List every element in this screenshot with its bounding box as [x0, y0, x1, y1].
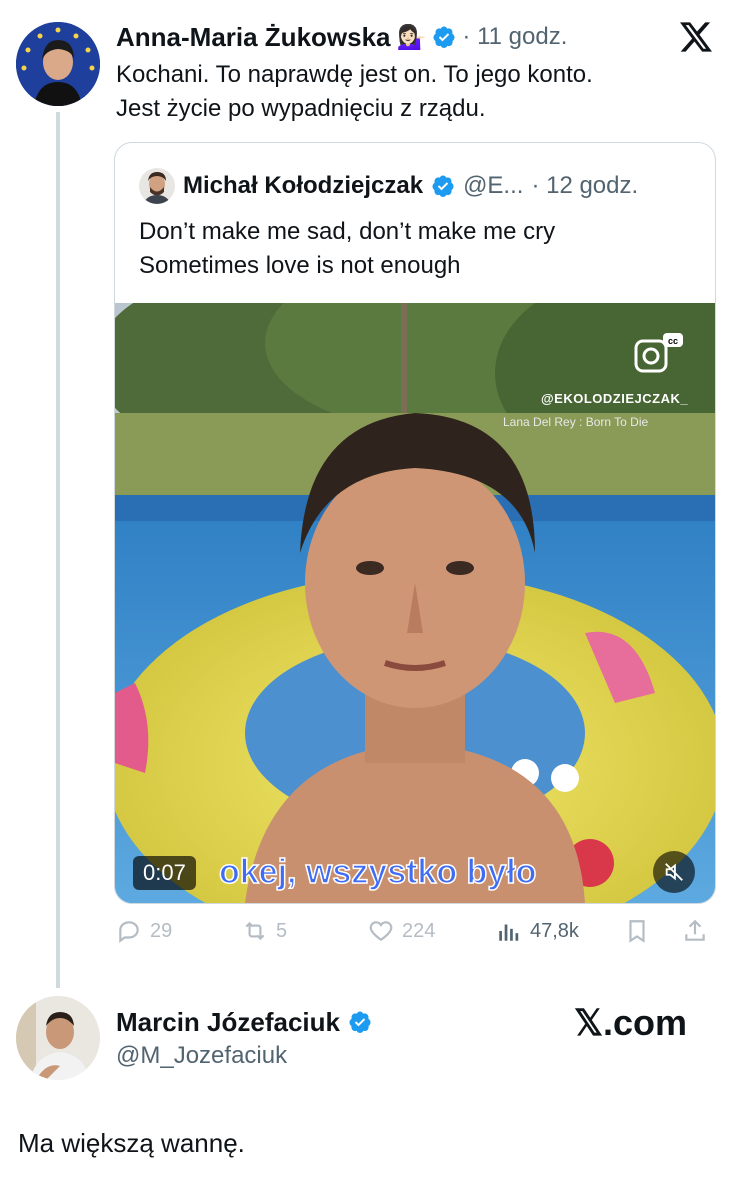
quote-text-line: Don’t make me sad, don’t make me cry [139, 218, 556, 245]
quote-avatar-image [139, 168, 175, 204]
repost-stat[interactable]: 5 [242, 918, 287, 944]
tweet-header: Anna-Maria Żukowska 💁🏻‍♀️ · 11 godz. [116, 18, 567, 56]
quote-text-line: Sometimes love is not enough [139, 252, 461, 279]
views-stat[interactable]: 47,8k [496, 918, 579, 944]
watermark-song: Lana Del Rey : Born To Die [503, 415, 649, 429]
tweet-time[interactable]: · 11 godz. [462, 23, 567, 51]
bookmark-icon[interactable] [624, 918, 650, 944]
quote-avatar[interactable] [139, 168, 175, 204]
video-player[interactable]: cc @EKOLODZIEJCZAK_ Lana Del Rey : Born … [115, 303, 715, 903]
repost-count: 5 [276, 919, 288, 942]
like-count: 224 [402, 919, 436, 942]
reply-header: Marcin Józefaciuk [116, 1004, 372, 1040]
reply-icon [119, 921, 139, 943]
reply-avatar[interactable] [16, 996, 100, 1080]
watermark-handle: @EKOLODZIEJCZAK_ [541, 391, 689, 406]
quote-header: Michał Kołodziejczak @E... · 12 godz. [139, 167, 638, 205]
verified-badge-icon [349, 1011, 371, 1033]
reply-author-name[interactable]: Marcin Józefaciuk [116, 1007, 340, 1038]
video-duration: 0:07 [133, 856, 196, 890]
quote-time[interactable]: · 12 godz. [531, 172, 638, 200]
x-com-brand: 𝕏.com [574, 1002, 688, 1043]
quote-handle[interactable]: @E... [463, 172, 523, 200]
mute-button[interactable] [653, 851, 695, 893]
mute-icon [665, 863, 683, 881]
views-count: 47,8k [530, 919, 579, 942]
svg-text:cc: cc [668, 336, 678, 346]
share-icon[interactable] [682, 918, 708, 944]
quote-author-name[interactable]: Michał Kołodziejczak [183, 172, 423, 200]
reply-text: Ma większą wannę. [18, 1128, 245, 1158]
quote-card[interactable]: Michał Kołodziejczak @E... · 12 godz. Do… [114, 142, 716, 904]
verified-badge-icon [433, 26, 455, 48]
reply-stat[interactable]: 29 [116, 918, 172, 944]
avatar-image [16, 22, 100, 106]
author-emoji: 💁🏻‍♀️ [396, 23, 427, 51]
reply-avatar-image [16, 996, 100, 1080]
tweet-text-line: Kochani. To naprawdę jest on. To jego ko… [116, 61, 593, 88]
reply-count: 29 [150, 919, 173, 942]
avatar[interactable] [16, 22, 100, 106]
repost-icon [245, 921, 265, 941]
thread-line [56, 112, 60, 988]
video-caption: okej, wszystko było [218, 852, 537, 892]
camera-cc-icon: cc [634, 333, 683, 373]
tweet-text: Kochani. To naprawdę jest on. To jego ko… [116, 58, 716, 126]
verified-badge-icon [432, 175, 454, 197]
like-stat[interactable]: 224 [368, 918, 435, 944]
quote-text: Don’t make me sad, don’t make me cry Som… [139, 215, 699, 283]
author-name[interactable]: Anna-Maria Żukowska [116, 22, 391, 53]
x-logo-icon[interactable] [680, 22, 712, 52]
heart-icon [369, 921, 393, 941]
views-chart-icon [499, 924, 519, 941]
tweet-text-line: Jest życie po wypadnięciu z rządu. [116, 95, 486, 122]
reply-handle[interactable]: @M_Jozefaciuk [116, 1042, 287, 1070]
